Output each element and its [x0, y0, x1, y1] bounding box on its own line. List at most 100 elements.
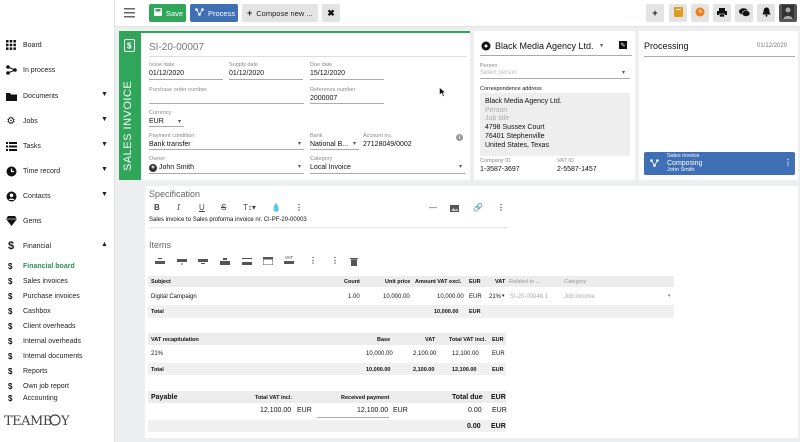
chevron-down-icon[interactable]: ▾ [178, 118, 181, 125]
account-number-field[interactable]: 27128049/0002 [363, 141, 412, 148]
sidebar-item-board[interactable]: Board [0, 36, 115, 54]
reference-number-field[interactable]: 2000007 [310, 95, 337, 102]
chevron-down-icon[interactable]: ▼ [101, 166, 108, 173]
chevron-down-icon[interactable]: ▾ [459, 163, 462, 170]
image-icon[interactable] [450, 205, 459, 214]
compose-new-button[interactable]: + Compose new ... [242, 4, 318, 22]
print-button[interactable] [713, 4, 731, 22]
issue-date-field[interactable]: 01/12/2020 [149, 70, 184, 77]
subnav-purchase-invoices[interactable]: $ Purchase invoices [0, 289, 115, 303]
more-vertical-icon[interactable]: ⋮ [295, 203, 303, 212]
sidebar-item-contacts[interactable]: Contacts ▼ [0, 187, 115, 205]
insert-row-below-icon[interactable] [177, 259, 187, 267]
more-vertical-icon[interactable]: ⋮ [784, 158, 792, 167]
notes-button[interactable] [669, 4, 687, 22]
row-category[interactable]: Job income [564, 294, 595, 300]
chat-button[interactable] [735, 4, 753, 22]
final-due-currency: EUR [491, 423, 506, 430]
sidebar-item-tasks[interactable]: Tasks ▼ [0, 137, 115, 155]
chevron-down-icon[interactable]: ▾ [668, 293, 671, 299]
specification-text[interactable]: Sales invoice to Sales proforma invoice … [149, 217, 307, 223]
vat-row-icon[interactable]: VAT [284, 255, 294, 265]
row-unit-price[interactable]: 10,000.00 [383, 294, 410, 300]
subnav-own-job-report[interactable]: $ Own job report [0, 379, 115, 393]
correspondence-address-box[interactable]: Black Media Agency Ltd. Person Job title… [480, 93, 630, 156]
sidebar-item-jobs[interactable]: ⚙ Jobs ▼ [0, 112, 115, 130]
po-number-label: Purchase order number [149, 87, 207, 93]
owner-select[interactable]: John Smith [159, 164, 194, 171]
currency-select[interactable]: EUR [149, 118, 164, 125]
bold-icon[interactable]: B [154, 203, 160, 212]
chevron-up-icon[interactable]: ▲ [101, 241, 108, 248]
row-count[interactable]: 1.00 [348, 294, 360, 300]
underline-icon[interactable]: U [199, 203, 205, 212]
subnav-accounting[interactable]: $ Accounting [0, 394, 115, 402]
svg-text:Y: Y [60, 414, 70, 429]
color-drop-icon[interactable]: 💧 [271, 203, 281, 212]
sidebar-item-in-process[interactable]: In process [0, 61, 115, 79]
received-payment-field[interactable]: 12,100.00 [357, 407, 388, 414]
sidebar-item-gems[interactable]: Gems [0, 212, 115, 230]
company-id: 1-3587-3697 [480, 166, 520, 173]
close-tools-button[interactable]: ✖ [322, 4, 340, 22]
chevron-down-icon[interactable]: ▾ [353, 140, 356, 147]
sidebar-item-documents[interactable]: Documents ▼ [0, 87, 115, 105]
process-status-card[interactable]: Sales invoice Composing John Smith ⋮ [644, 152, 795, 175]
link-icon[interactable]: 🔗 [473, 203, 483, 212]
user-avatar[interactable] [779, 4, 797, 22]
subnav-sales-invoices[interactable]: $ Sales invoices [0, 274, 115, 288]
row-vat[interactable]: 21% [489, 294, 501, 300]
chevron-down-icon[interactable]: ▾ [622, 69, 625, 76]
add-button[interactable]: + [646, 4, 664, 22]
text-size-icon[interactable]: T↕▾ [243, 203, 256, 212]
timer-button[interactable] [691, 4, 709, 22]
subnav-client-overheads[interactable]: $ Client overheads [0, 319, 115, 333]
chevron-down-icon[interactable]: ▼ [101, 116, 108, 123]
payment-condition-select[interactable]: Bank transfer [149, 141, 191, 148]
more-vertical-icon[interactable]: ⋮ [331, 256, 339, 265]
table-row[interactable]: Digital Campaign 1.00 10,000.00 10,000.0… [148, 290, 674, 303]
chevron-down-icon[interactable]: ▼ [101, 191, 108, 198]
save-button[interactable]: Save [149, 4, 186, 22]
trash-icon[interactable] [350, 257, 358, 268]
notifications-button[interactable] [757, 4, 775, 22]
hamburger-menu-icon[interactable] [124, 8, 135, 18]
edit-icon[interactable]: ✎ [619, 41, 627, 49]
chevron-down-icon[interactable]: ▾ [502, 293, 505, 299]
strikethrough-icon[interactable]: S [221, 203, 226, 212]
category-select[interactable]: Local Invoice [310, 164, 351, 171]
subnav-internal-documents[interactable]: $ Internal documents [0, 349, 115, 363]
client-name[interactable]: Black Media Agency Ltd. [495, 41, 594, 51]
subnav-cashbox[interactable]: $ Cashbox [0, 304, 115, 318]
sum-row-icon[interactable] [242, 258, 252, 267]
person-select[interactable]: Select person [480, 70, 517, 76]
sidebar-item-financial[interactable]: $ Financial ▲ [0, 237, 115, 255]
dollar-icon: $ [8, 291, 13, 301]
table-icon[interactable] [262, 256, 274, 267]
items-total-amount: 10,000.00 [434, 309, 459, 315]
move-row-icon[interactable] [220, 258, 230, 267]
row-subject[interactable]: Digital Campaign [151, 294, 197, 300]
process-icon [650, 159, 659, 169]
chevron-down-icon[interactable]: ▼ [101, 141, 108, 148]
info-icon[interactable]: i [456, 134, 463, 141]
horizontal-rule-icon[interactable]: — [429, 203, 437, 212]
subnav-reports[interactable]: $ Reports [0, 364, 115, 378]
process-button[interactable]: Process [190, 4, 238, 22]
insert-row-icon[interactable] [198, 259, 208, 267]
supply-date-field[interactable]: 01/12/2020 [229, 70, 264, 77]
insert-row-above-icon[interactable] [155, 258, 165, 266]
chevron-down-icon[interactable]: ▾ [600, 42, 603, 49]
sidebar-item-time-record[interactable]: Time record ▼ [0, 162, 115, 180]
subnav-financial-board[interactable]: $ Financial board [0, 259, 115, 273]
bank-select[interactable]: National B... [310, 141, 348, 148]
more-vertical-icon[interactable]: ⋮ [497, 203, 505, 212]
chevron-down-icon[interactable]: ▼ [101, 91, 108, 98]
subnav-internal-overheads[interactable]: $ Internal overheads [0, 334, 115, 348]
chevron-down-icon[interactable]: ▾ [298, 140, 301, 147]
more-vertical-icon[interactable]: ⋮ [309, 256, 317, 265]
chevron-down-icon[interactable]: ▾ [298, 163, 301, 170]
row-related[interactable]: SI-20-00048.1 [510, 294, 548, 300]
due-date-field[interactable]: 15/12/2020 [310, 70, 345, 77]
italic-icon[interactable]: I [177, 203, 180, 212]
